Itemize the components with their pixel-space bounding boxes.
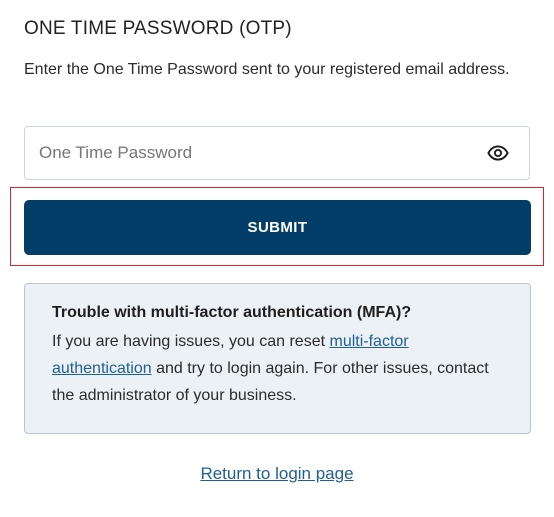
mfa-help-text: If you are having issues, you can reset … [52, 328, 504, 409]
otp-page: ONE TIME PASSWORD (OTP) Enter the One Ti… [0, 0, 554, 517]
mfa-text-before-link: If you are having issues, you can reset [52, 333, 330, 350]
return-link-container: Return to login page [0, 464, 554, 484]
mfa-help-box: Trouble with multi-factor authentication… [24, 283, 531, 434]
mfa-help-heading: Trouble with multi-factor authentication… [52, 304, 412, 321]
otp-field [24, 126, 530, 180]
submit-button[interactable]: SUBMIT [24, 200, 531, 255]
otp-instructions: Enter the One Time Password sent to your… [24, 61, 510, 78]
page-title: ONE TIME PASSWORD (OTP) [24, 18, 292, 39]
return-to-login-link[interactable]: Return to login page [200, 464, 353, 483]
eye-icon[interactable] [487, 145, 509, 161]
otp-input[interactable] [25, 127, 475, 179]
